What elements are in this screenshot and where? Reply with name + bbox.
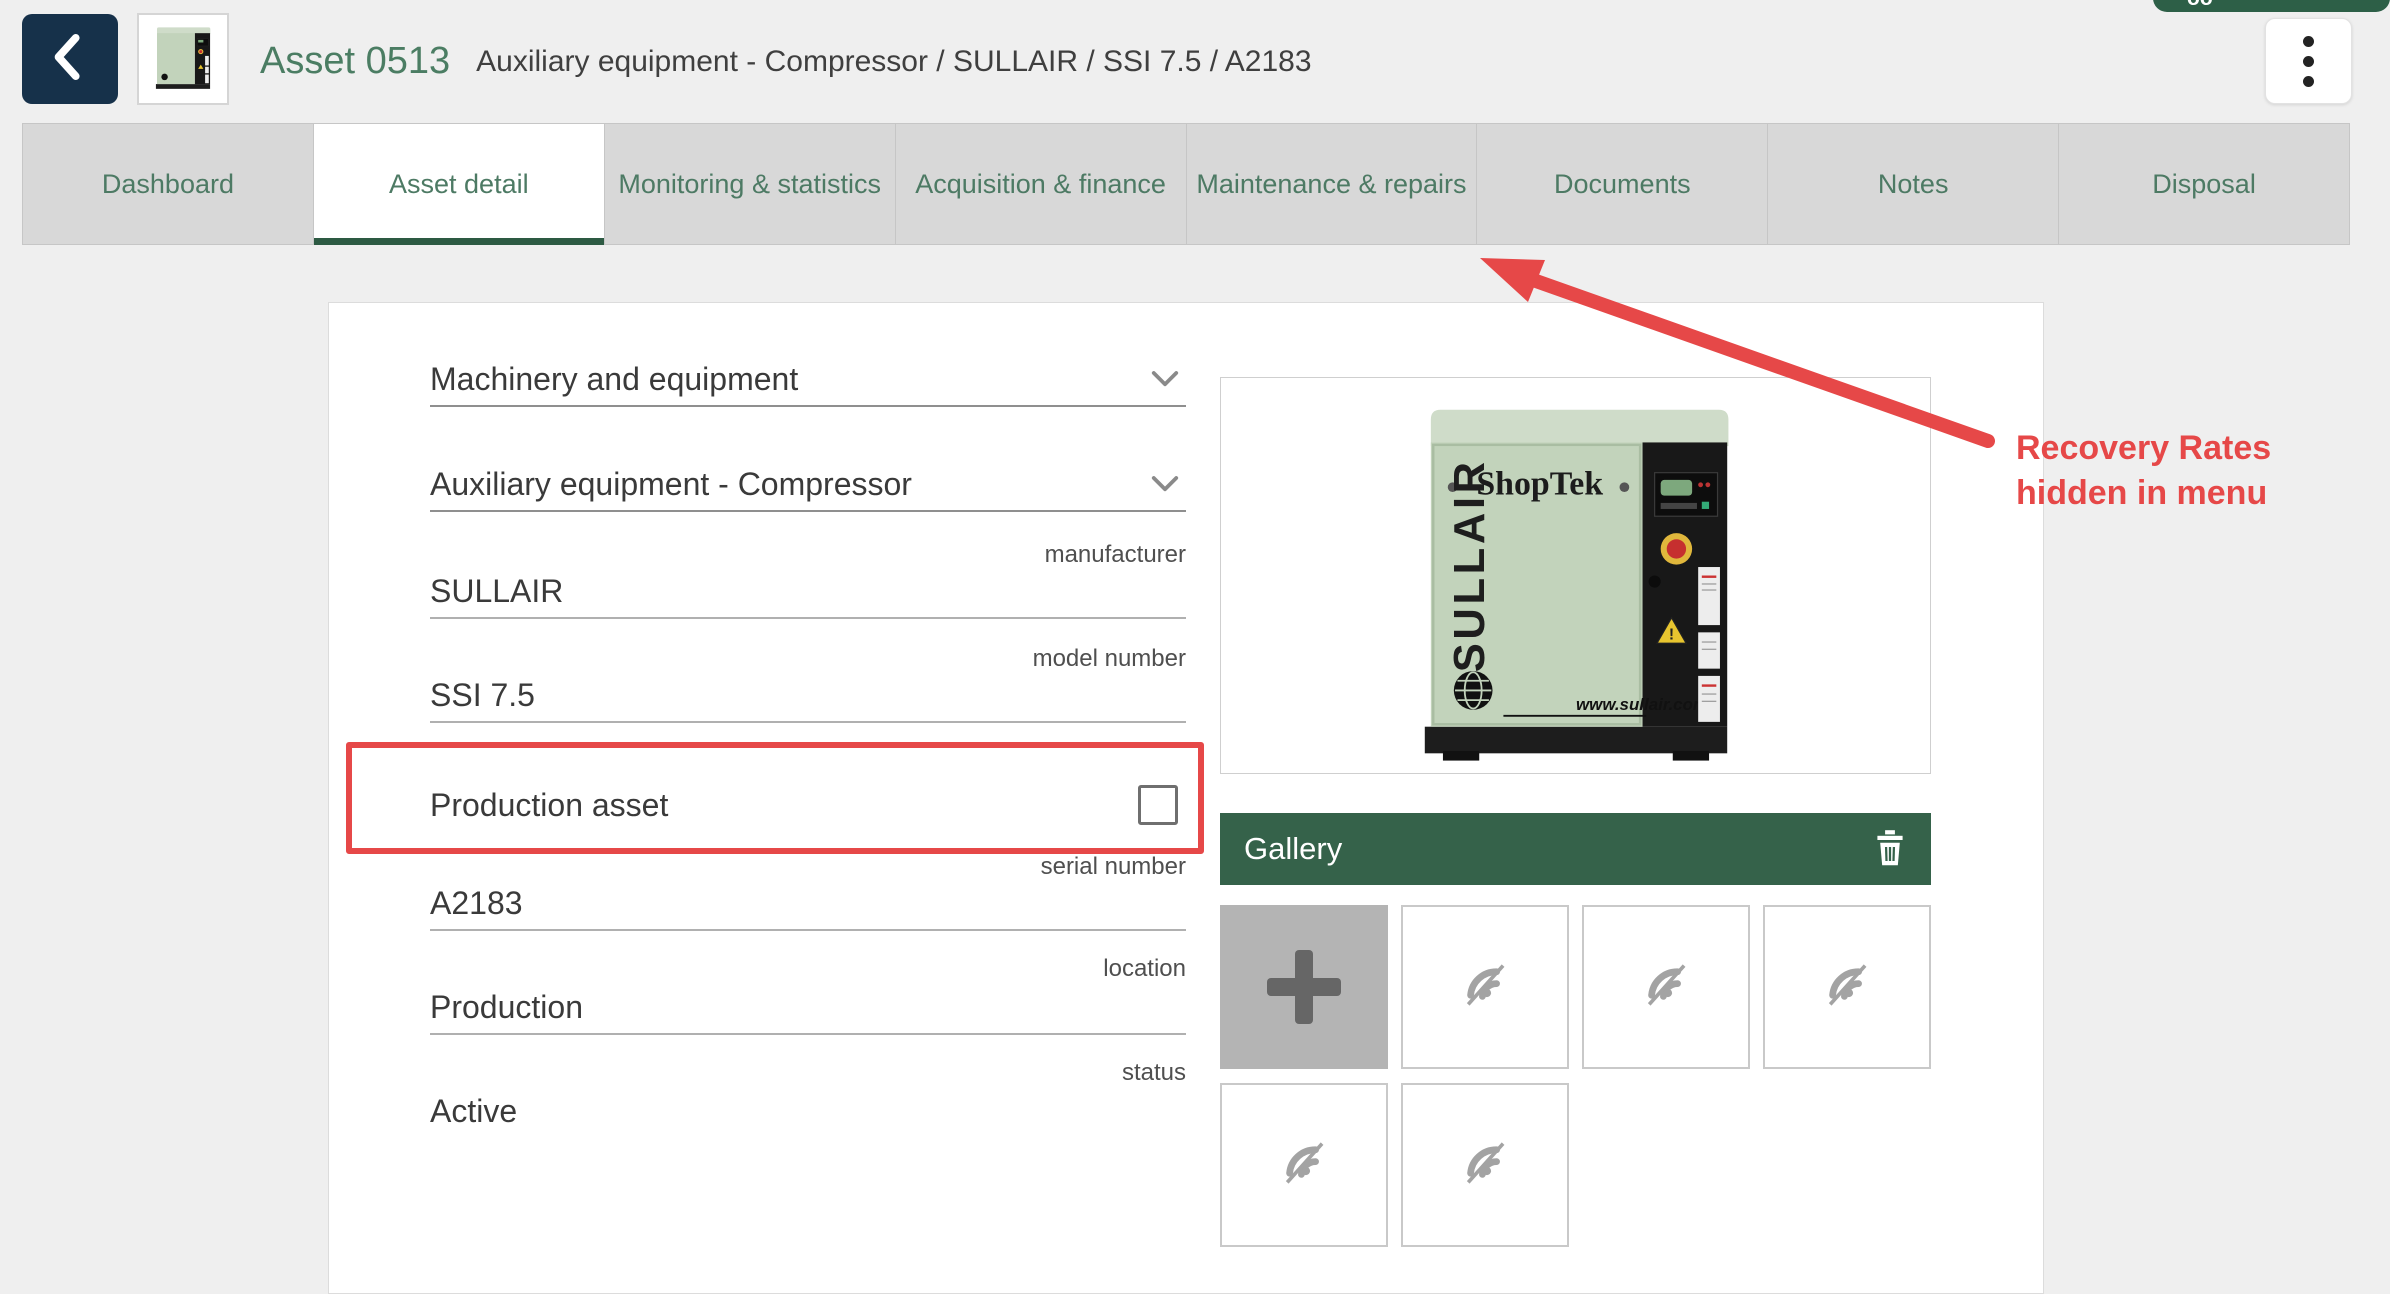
gallery-add-tile[interactable] <box>1220 905 1388 1069</box>
header: Asset 0513 Auxiliary equipment - Compres… <box>0 0 2390 123</box>
trash-icon[interactable] <box>1873 826 1907 873</box>
gallery-title: Gallery <box>1244 831 1342 867</box>
serial-number-label: serial number <box>430 853 1186 881</box>
tab-disposal[interactable]: Disposal <box>2058 123 2350 245</box>
tab-label: Asset detail <box>389 169 529 200</box>
back-button[interactable] <box>22 14 118 104</box>
tab-monitoring-statistics[interactable]: Monitoring & statistics <box>604 123 896 245</box>
production-asset-label: Production asset <box>430 787 668 824</box>
page-title: Asset 0513 <box>260 40 450 83</box>
tab-label: Notes <box>1878 169 1949 200</box>
asset-photo-image: ShopTek SULLAIR www.sullair.com ! <box>1296 388 1856 763</box>
serial-number-field[interactable]: A2183 <box>430 885 1186 931</box>
top-cropped-button-label: oo <box>2187 0 2213 10</box>
subcategory-select[interactable]: Auxiliary equipment - Compressor <box>430 466 1186 512</box>
category-value: Machinery and equipment <box>430 361 798 398</box>
model-number-label: model number <box>430 645 1186 673</box>
status-field[interactable]: Active <box>430 1093 1186 1139</box>
photo-brand-text: SULLAIR <box>1446 458 1494 672</box>
manufacturer-field[interactable]: SULLAIR <box>430 573 1186 619</box>
kebab-menu-icon <box>2303 36 2314 87</box>
more-options-button[interactable] <box>2265 18 2352 104</box>
tab-label: Dashboard <box>102 169 234 200</box>
gallery-placeholder-tile[interactable] <box>1220 1083 1388 1247</box>
photo-model-text: ShopTek <box>1476 465 1603 502</box>
gallery-header: Gallery <box>1220 813 1931 885</box>
production-asset-checkbox[interactable] <box>1138 785 1178 825</box>
category-select[interactable]: Machinery and equipment <box>430 361 1186 407</box>
chevron-left-icon <box>47 29 93 90</box>
svg-text:!: ! <box>1668 627 1673 644</box>
image-unavailable-icon <box>1454 954 1516 1021</box>
image-unavailable-icon <box>1273 1132 1335 1199</box>
gallery-placeholder-tile[interactable] <box>1763 905 1931 1069</box>
tab-dashboard[interactable]: Dashboard <box>22 123 314 245</box>
asset-thumbnail-image <box>144 16 222 103</box>
subcategory-value: Auxiliary equipment - Compressor <box>430 466 912 503</box>
tab-label: Monitoring & statistics <box>618 169 881 200</box>
location-label: location <box>430 955 1186 983</box>
annotation-line-2: hidden in menu <box>2016 471 2271 516</box>
status-label: status <box>430 1059 1186 1087</box>
manufacturer-label: manufacturer <box>430 541 1186 569</box>
asset-detail-card: Machinery and equipment Auxiliary equipm… <box>328 302 2044 1294</box>
production-asset-row: Production asset <box>430 777 1186 833</box>
image-unavailable-icon <box>1635 954 1697 1021</box>
tab-notes[interactable]: Notes <box>1767 123 2059 245</box>
top-cropped-button[interactable]: oo <box>2153 0 2390 12</box>
image-unavailable-icon <box>1454 1132 1516 1199</box>
tab-maintenance-repairs[interactable]: Maintenance & repairs <box>1186 123 1478 245</box>
photo-website-text: www.sullair.com <box>1576 695 1708 714</box>
tab-documents[interactable]: Documents <box>1476 123 1768 245</box>
asset-detail-page: Asset 0513 Auxiliary equipment - Compres… <box>0 0 2390 1294</box>
asset-photo: ShopTek SULLAIR www.sullair.com ! <box>1220 377 1931 774</box>
gallery-placeholder-tile[interactable] <box>1401 905 1569 1069</box>
chevron-down-icon <box>1150 474 1180 497</box>
tab-label: Disposal <box>2152 169 2256 200</box>
asset-thumbnail <box>137 13 229 105</box>
tab-label: Documents <box>1554 169 1691 200</box>
image-unavailable-icon <box>1816 954 1878 1021</box>
tab-acquisition-finance[interactable]: Acquisition & finance <box>895 123 1187 245</box>
model-number-field[interactable]: SSI 7.5 <box>430 677 1186 723</box>
title-group: Asset 0513 Auxiliary equipment - Compres… <box>260 0 1312 123</box>
plus-icon <box>1267 950 1341 1024</box>
tab-bar: Dashboard Asset detail Monitoring & stat… <box>22 123 2350 245</box>
tab-label: Maintenance & repairs <box>1196 169 1466 200</box>
gallery-placeholder-tile[interactable] <box>1582 905 1750 1069</box>
tab-label: Acquisition & finance <box>915 169 1166 200</box>
tab-asset-detail[interactable]: Asset detail <box>313 123 605 245</box>
gallery-placeholder-tile[interactable] <box>1401 1083 1569 1247</box>
location-field[interactable]: Production <box>430 989 1186 1035</box>
annotation-line-1: Recovery Rates <box>2016 426 2271 471</box>
chevron-down-icon <box>1150 369 1180 392</box>
annotation-text: Recovery Rates hidden in menu <box>2016 426 2271 516</box>
page-subtitle: Auxiliary equipment - Compressor / SULLA… <box>476 45 1311 79</box>
